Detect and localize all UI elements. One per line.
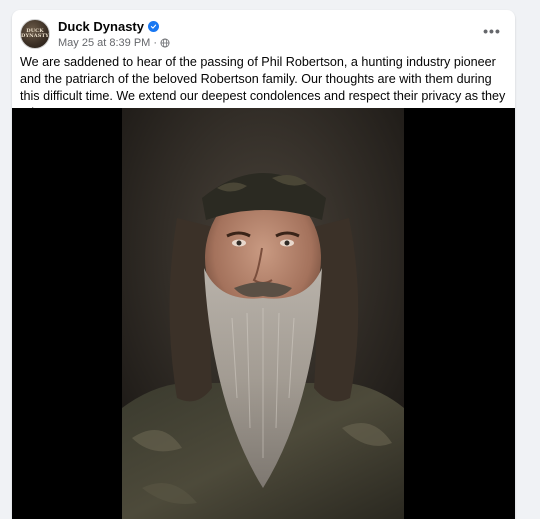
post-media[interactable] <box>12 108 515 519</box>
verified-badge-icon <box>147 20 159 32</box>
post-card: DUCK DYNASTY Duck Dynasty May 25 at 8:39… <box>12 10 515 519</box>
post-header: DUCK DYNASTY Duck Dynasty May 25 at 8:39… <box>20 18 170 50</box>
globe-icon[interactable] <box>160 38 170 48</box>
more-options-icon[interactable]: ••• <box>479 22 505 40</box>
page-name-link[interactable]: Duck Dynasty <box>58 19 144 34</box>
post-timestamp[interactable]: May 25 at 8:39 PM <box>58 37 150 49</box>
post-photo[interactable] <box>122 108 404 519</box>
avatar-logo-text: DUCK DYNASTY <box>21 28 49 39</box>
separator-dot: · <box>153 37 157 49</box>
post-meta: Duck Dynasty May 25 at 8:39 PM · <box>58 18 170 50</box>
page-avatar[interactable]: DUCK DYNASTY <box>20 19 50 49</box>
name-row: Duck Dynasty <box>58 18 170 34</box>
time-row: May 25 at 8:39 PM · <box>58 36 170 50</box>
